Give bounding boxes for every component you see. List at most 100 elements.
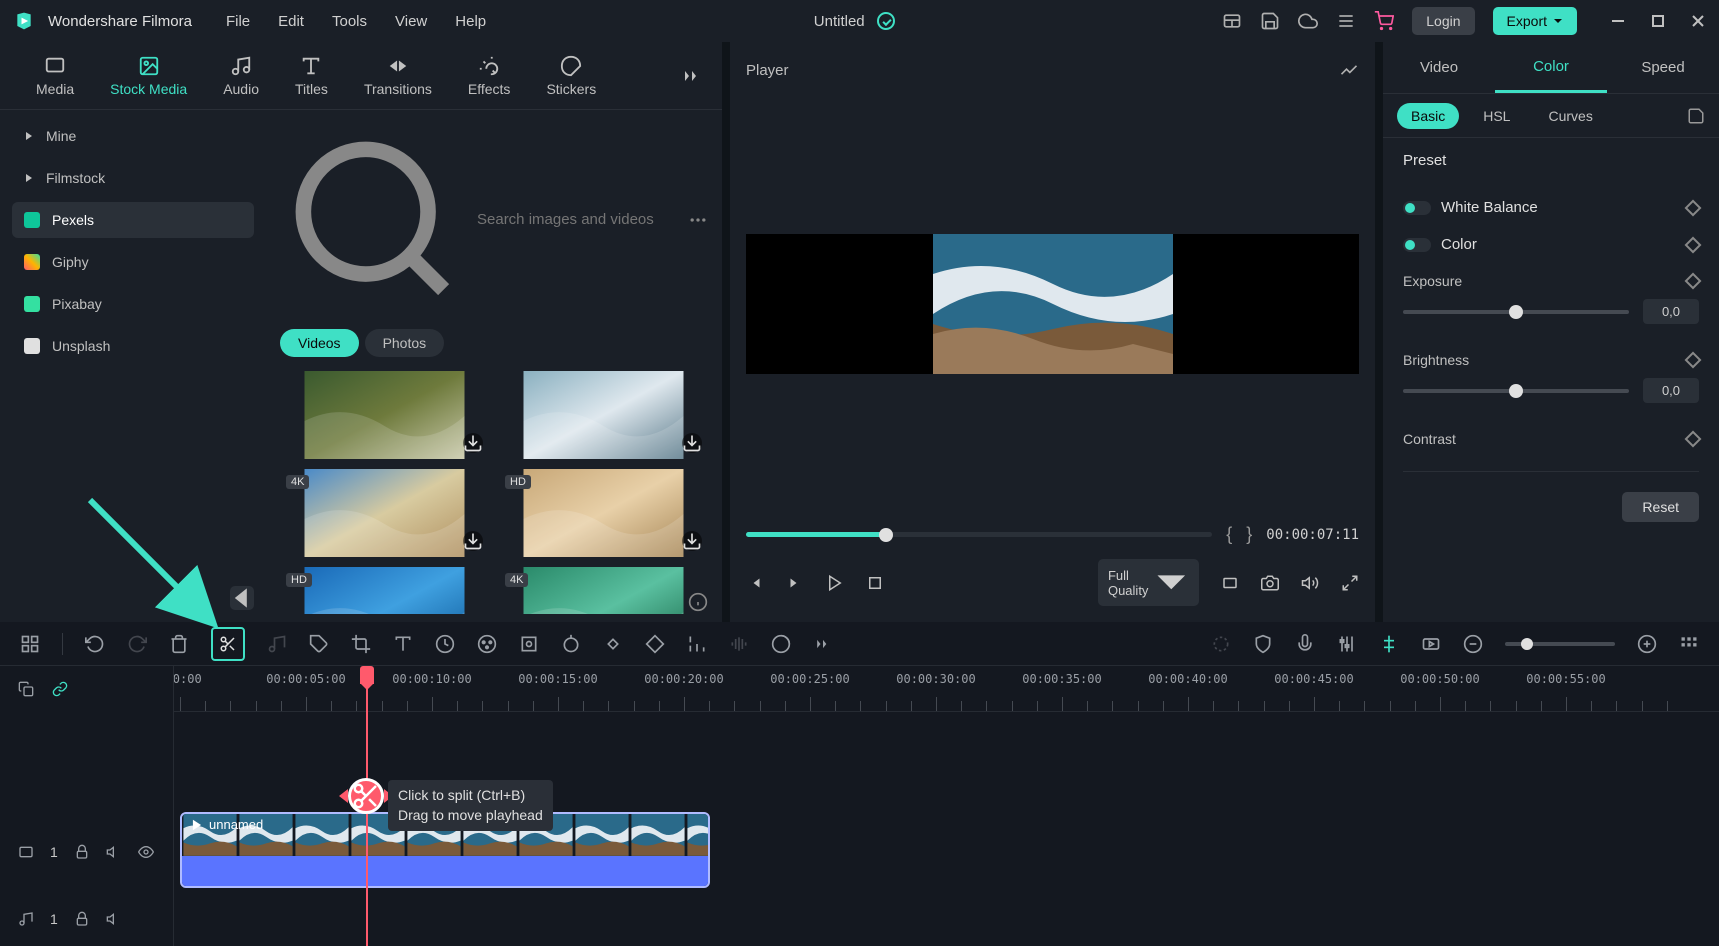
tab-titles[interactable]: Titles <box>277 55 346 97</box>
lock-icon[interactable] <box>74 844 90 860</box>
timeline-tracks[interactable]: :00:0000:00:05:0000:00:10:0000:00:15:000… <box>174 666 1719 946</box>
lock-icon[interactable] <box>74 911 90 927</box>
download-icon[interactable] <box>682 531 702 551</box>
subtab-basic[interactable]: Basic <box>1397 103 1459 129</box>
expand-icon[interactable] <box>680 64 704 88</box>
collapse-sidebar-button[interactable] <box>230 586 254 610</box>
progress-thumb[interactable] <box>879 528 893 542</box>
keyframe-diamond-icon[interactable] <box>1685 236 1702 253</box>
mic-icon[interactable] <box>1295 634 1315 654</box>
export-button[interactable]: Export <box>1493 7 1577 35</box>
sidebar-item-filmstock[interactable]: Filmstock <box>12 160 254 196</box>
keyframe-diamond-icon[interactable] <box>1685 352 1702 369</box>
subtab-curves[interactable]: Curves <box>1534 103 1606 129</box>
tag-icon[interactable] <box>309 634 329 654</box>
reset-button[interactable]: Reset <box>1622 492 1699 522</box>
adjustment-icon[interactable] <box>687 634 707 654</box>
render-icon[interactable] <box>1421 634 1441 654</box>
prev-frame-icon[interactable] <box>746 574 764 592</box>
save-preset-icon[interactable] <box>1687 107 1705 125</box>
tab-audio[interactable]: Audio <box>205 55 277 97</box>
zoom-slider[interactable] <box>1505 642 1615 646</box>
document-title[interactable]: Untitled <box>814 13 865 30</box>
keyframe-diamond-icon[interactable] <box>1685 199 1702 216</box>
menu-edit[interactable]: Edit <box>278 13 304 30</box>
menu-tools[interactable]: Tools <box>332 13 367 30</box>
aspect-icon[interactable] <box>1221 574 1239 592</box>
apps-icon[interactable] <box>20 634 40 654</box>
tab-media[interactable]: Media <box>18 55 92 97</box>
mute-icon[interactable] <box>106 911 122 927</box>
download-icon[interactable] <box>682 433 702 453</box>
layout-icon[interactable] <box>1222 11 1242 31</box>
snapshot-icon[interactable] <box>1261 574 1279 592</box>
tab-stock-media[interactable]: Stock Media <box>92 55 205 97</box>
zoom-in-icon[interactable] <box>1637 634 1657 654</box>
info-icon[interactable] <box>688 592 708 612</box>
zoom-thumb[interactable] <box>1521 638 1533 650</box>
save-icon[interactable] <box>1260 11 1280 31</box>
tab-effects[interactable]: Effects <box>450 55 529 97</box>
more-options-icon[interactable] <box>688 210 708 230</box>
keyframe-diamond-icon[interactable] <box>1685 431 1702 448</box>
mark-out-icon[interactable]: } <box>1246 524 1252 545</box>
color-toggle[interactable] <box>1403 238 1431 252</box>
fullscreen-icon[interactable] <box>1341 574 1359 592</box>
visibility-icon[interactable] <box>138 844 154 860</box>
brightness-slider[interactable] <box>1403 389 1629 393</box>
thumbnail[interactable]: 4K <box>280 469 489 557</box>
minimize-icon[interactable] <box>1611 14 1625 28</box>
menu-help[interactable]: Help <box>455 13 486 30</box>
mark-in-icon[interactable]: { <box>1226 524 1232 545</box>
sidebar-item-pexels[interactable]: Pexels <box>12 202 254 238</box>
stop-icon[interactable] <box>866 574 884 592</box>
mute-icon[interactable] <box>106 844 122 860</box>
props-tab-color[interactable]: Color <box>1495 42 1607 93</box>
maximize-icon[interactable] <box>1651 14 1665 28</box>
download-icon[interactable] <box>463 531 483 551</box>
zoom-out-icon[interactable] <box>1463 634 1483 654</box>
thumbnail[interactable] <box>499 371 708 459</box>
thumbnail[interactable] <box>280 371 489 459</box>
menu-view[interactable]: View <box>395 13 427 30</box>
color-wheel-icon[interactable] <box>771 634 791 654</box>
mask-icon[interactable] <box>645 634 665 654</box>
download-icon[interactable] <box>463 433 483 453</box>
color-icon[interactable] <box>477 634 497 654</box>
tab-stickers[interactable]: Stickers <box>528 55 614 97</box>
greenscreen-icon[interactable] <box>519 634 539 654</box>
thumbnail[interactable]: HD <box>499 469 708 557</box>
filter-videos[interactable]: Videos <box>280 329 359 357</box>
keyframe-icon[interactable] <box>603 634 623 654</box>
sidebar-item-unsplash[interactable]: Unsplash <box>12 328 254 364</box>
timeline-ruler[interactable]: :00:0000:00:05:0000:00:10:0000:00:15:000… <box>174 666 1719 712</box>
keyframe-diamond-icon[interactable] <box>1685 273 1702 290</box>
login-button[interactable]: Login <box>1412 7 1474 35</box>
marker-icon[interactable] <box>1379 634 1399 654</box>
shield-icon[interactable] <box>1253 634 1273 654</box>
timer-icon[interactable] <box>561 634 581 654</box>
list-icon[interactable] <box>1336 11 1356 31</box>
slider-thumb[interactable] <box>1509 384 1523 398</box>
sidebar-item-giphy[interactable]: Giphy <box>12 244 254 280</box>
progress-bar[interactable] <box>746 532 1212 537</box>
split-cursor[interactable] <box>348 778 384 814</box>
playhead-handle[interactable] <box>360 666 374 684</box>
cart-icon[interactable] <box>1374 11 1394 31</box>
white-balance-toggle[interactable] <box>1403 201 1431 215</box>
speed-icon[interactable] <box>435 634 455 654</box>
next-frame-icon[interactable] <box>786 574 804 592</box>
volume-icon[interactable] <box>1301 574 1319 592</box>
menu-file[interactable]: File <box>226 13 250 30</box>
props-tab-speed[interactable]: Speed <box>1607 42 1719 93</box>
chart-icon[interactable] <box>1339 60 1359 80</box>
thumbnail[interactable]: 4K <box>499 567 708 614</box>
slider-thumb[interactable] <box>1509 305 1523 319</box>
crop-icon[interactable] <box>351 634 371 654</box>
brightness-value[interactable]: 0,0 <box>1643 378 1699 403</box>
duplicate-icon[interactable] <box>18 681 34 697</box>
props-tab-video[interactable]: Video <box>1383 42 1495 93</box>
close-icon[interactable] <box>1691 14 1705 28</box>
mixer-icon[interactable] <box>1337 634 1357 654</box>
player-viewport[interactable] <box>746 234 1359 374</box>
